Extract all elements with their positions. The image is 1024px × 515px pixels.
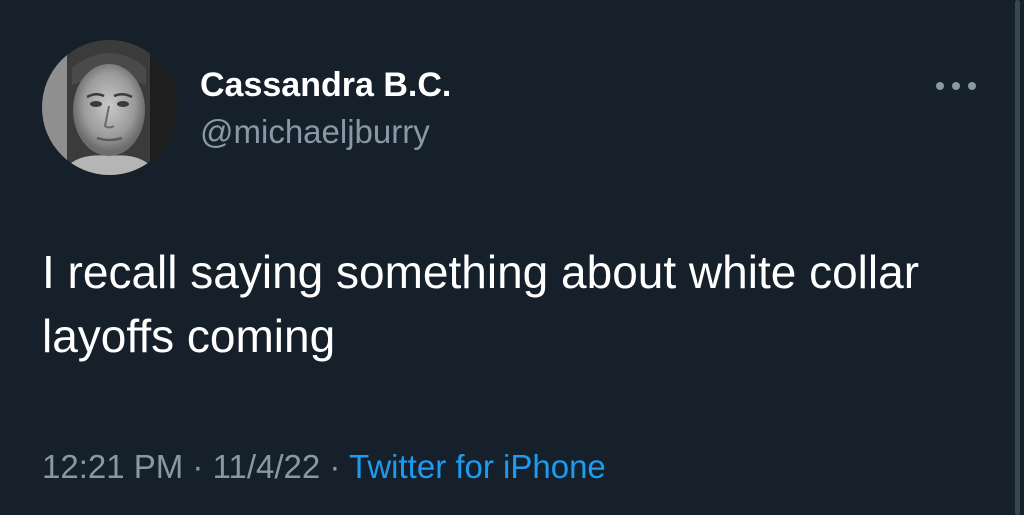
more-horizontal-icon xyxy=(936,82,976,90)
avatar[interactable] xyxy=(42,40,177,175)
tweet-source-link[interactable]: Twitter for iPhone xyxy=(349,448,606,485)
display-name[interactable]: Cassandra B.C. xyxy=(200,66,451,105)
tweet-card: Cassandra B.C. @michaeljburry I recall s… xyxy=(0,0,1024,515)
more-options-button[interactable] xyxy=(930,64,982,108)
scrollbar[interactable] xyxy=(1015,0,1020,515)
tweet-text: I recall saying something about white co… xyxy=(42,246,920,362)
tweet-date[interactable]: 11/4/22 xyxy=(213,448,321,485)
user-handle[interactable]: @michaeljburry xyxy=(200,113,430,151)
meta-separator: · xyxy=(192,448,204,485)
meta-separator: · xyxy=(329,448,341,485)
tweet-time[interactable]: 12:21 PM xyxy=(42,448,183,485)
profile-photo-icon xyxy=(42,40,177,175)
tweet-meta: 12:21 PM · 11/4/22 · Twitter for iPhone xyxy=(42,448,606,486)
